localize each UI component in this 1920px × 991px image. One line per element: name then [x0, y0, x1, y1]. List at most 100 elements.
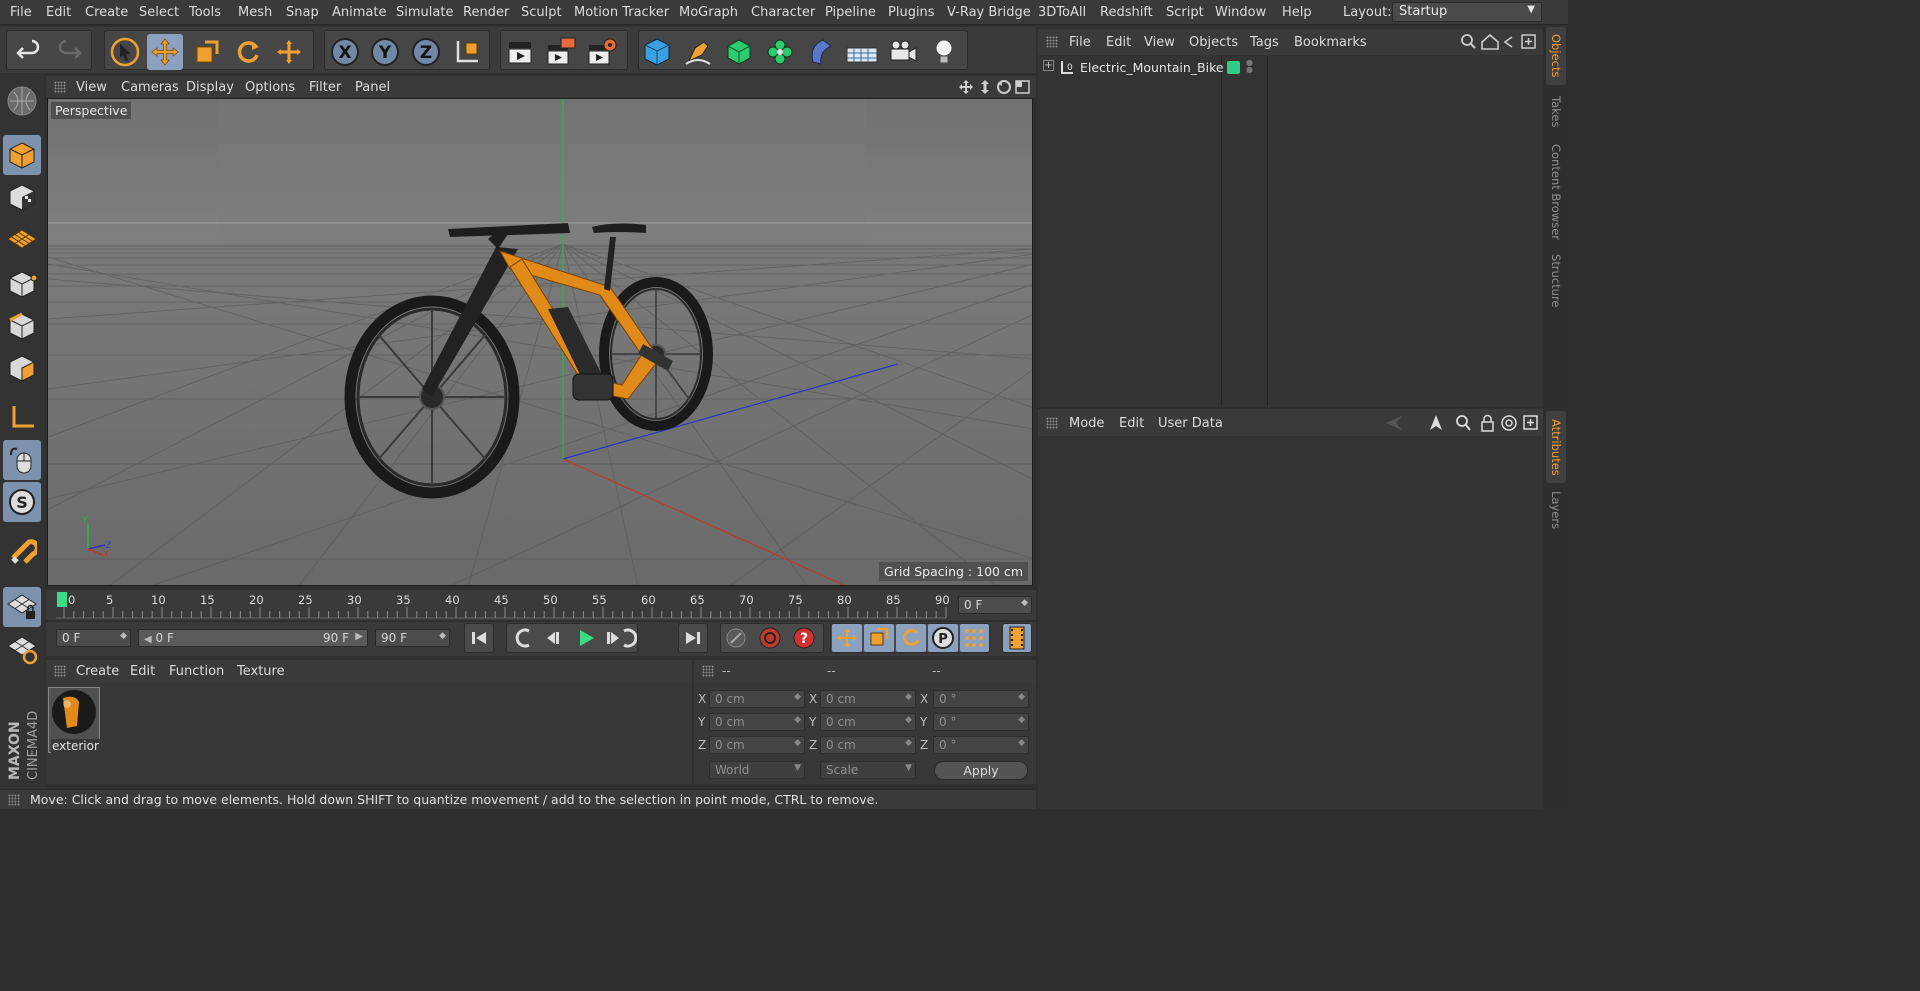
- menu-render[interactable]: Render: [463, 5, 509, 20]
- menu-help[interactable]: Help: [1282, 5, 1312, 20]
- workplane-mode-button[interactable]: [3, 219, 41, 259]
- material-swatch[interactable]: exterior: [48, 687, 100, 753]
- position-x-field[interactable]: 0 cm ◆: [709, 690, 805, 708]
- menu-edit[interactable]: Edit: [46, 5, 71, 20]
- floor-object-button[interactable]: [844, 34, 880, 70]
- rotate-view-icon[interactable]: [997, 80, 1011, 94]
- menu-plugins[interactable]: Plugins: [888, 5, 935, 20]
- cloner-button[interactable]: [762, 34, 798, 70]
- rotation-h-field[interactable]: 0 ° ◆: [933, 690, 1029, 708]
- home-icon[interactable]: [1481, 33, 1499, 50]
- up-arrow-icon[interactable]: [1430, 415, 1442, 430]
- object-menu-view[interactable]: View: [1144, 35, 1175, 50]
- menu-animate[interactable]: Animate: [332, 5, 386, 20]
- menu-mograph[interactable]: MoGraph: [679, 5, 738, 20]
- texture-mode-button[interactable]: [3, 177, 41, 217]
- menu-sculpt[interactable]: Sculpt: [521, 5, 562, 20]
- previous-frame-icon[interactable]: [547, 632, 559, 644]
- toggle-view-icon[interactable]: [1015, 80, 1030, 94]
- live-selection-button[interactable]: [271, 34, 307, 70]
- attribute-menu-mode[interactable]: Mode: [1069, 416, 1104, 431]
- expand-icon[interactable]: +: [1043, 60, 1054, 71]
- make-editable-button[interactable]: [3, 81, 41, 121]
- zoom-view-icon[interactable]: [981, 80, 989, 94]
- panel-grip-icon[interactable]: [54, 665, 66, 677]
- material-menu-function[interactable]: Function: [169, 664, 224, 679]
- current-frame-marker[interactable]: [57, 592, 67, 607]
- menu-character[interactable]: Character: [751, 5, 815, 20]
- panel-grip-icon[interactable]: [702, 665, 714, 677]
- redo-button[interactable]: [51, 34, 87, 70]
- panel-grip-icon[interactable]: [54, 81, 66, 93]
- move-tool-button[interactable]: [147, 34, 183, 70]
- render-view-button[interactable]: [503, 34, 539, 70]
- menu-motion-tracker[interactable]: Motion Tracker: [574, 5, 669, 20]
- tab-layers[interactable]: Layers: [1546, 487, 1566, 533]
- object-menu-objects[interactable]: Objects: [1189, 35, 1238, 50]
- tab-takes[interactable]: Takes: [1546, 89, 1566, 135]
- snapping-button[interactable]: [3, 531, 41, 571]
- material-menu-edit[interactable]: Edit: [130, 664, 155, 679]
- panel-grip-icon[interactable]: [1046, 36, 1058, 48]
- perspective-viewport[interactable]: Y Z X Perspective Grid Spacing : 100 cm: [47, 98, 1033, 586]
- menu-window[interactable]: Window: [1215, 5, 1266, 20]
- next-key-icon[interactable]: [623, 628, 637, 648]
- cube-object-button[interactable]: [639, 34, 675, 70]
- apply-button[interactable]: Apply: [934, 761, 1028, 780]
- goto-end-button[interactable]: [678, 623, 708, 653]
- axis-mode-button[interactable]: [3, 398, 41, 438]
- back-arrow-icon[interactable]: [1386, 416, 1402, 430]
- edges-mode-button[interactable]: [3, 306, 41, 346]
- object-row[interactable]: + 0 Electric_Mountain_Bike ● ●: [1038, 58, 1543, 80]
- menu-select[interactable]: Select: [139, 5, 179, 20]
- search-icon[interactable]: [1461, 34, 1476, 49]
- x-axis-lock-button[interactable]: X: [327, 34, 363, 70]
- next-frame-icon[interactable]: [607, 632, 619, 644]
- light-object-button[interactable]: [926, 34, 962, 70]
- layout-select[interactable]: Startup ▼: [1392, 2, 1542, 22]
- menu-tools[interactable]: Tools: [189, 5, 221, 20]
- viewport-menu-cameras[interactable]: Cameras: [121, 80, 179, 95]
- viewport-scene[interactable]: Y Z X: [48, 99, 1033, 586]
- model-mode-button[interactable]: [3, 135, 41, 175]
- position-z-field[interactable]: 0 cm ◆: [709, 736, 805, 754]
- autokeying-icon[interactable]: ?: [793, 627, 815, 649]
- deformer-button[interactable]: [803, 34, 839, 70]
- range-left-arrow-icon[interactable]: ◀: [144, 634, 152, 645]
- new-panel-icon[interactable]: [1523, 415, 1538, 430]
- point-level-key-icon[interactable]: [960, 624, 989, 652]
- position-key-icon[interactable]: [832, 624, 862, 652]
- menu-3dtoall[interactable]: 3DToAll: [1038, 5, 1086, 20]
- material-menu-create[interactable]: Create: [76, 664, 119, 679]
- keyframe-selection-icon[interactable]: [726, 628, 746, 648]
- size-x-field[interactable]: 0 cm ◆: [820, 690, 916, 708]
- timeline-ruler[interactable]: 0 5 10 15 20 25 30 35 40 45 50 55 60 65 …: [46, 590, 1036, 620]
- viewport-menu-filter[interactable]: Filter: [309, 80, 341, 95]
- tab-content-browser[interactable]: Content Browser: [1546, 139, 1566, 245]
- select-tool-button[interactable]: [107, 34, 143, 70]
- size-y-field[interactable]: 0 cm ◆: [820, 713, 916, 731]
- viewport-menu-options[interactable]: Options: [245, 80, 295, 95]
- range-right-arrow-icon[interactable]: ▶: [355, 631, 363, 642]
- end-frame-field[interactable]: 90 F ◆: [375, 629, 450, 647]
- planar-workplane-button[interactable]: [3, 629, 41, 669]
- rotate-tool-button[interactable]: [230, 34, 266, 70]
- menu-create[interactable]: Create: [85, 5, 128, 20]
- menu-redshift[interactable]: Redshift: [1100, 5, 1153, 20]
- preview-range-slider[interactable]: ◀ 0 F 90 F ▶: [138, 629, 368, 647]
- object-menu-file[interactable]: File: [1069, 35, 1091, 50]
- viewport-menu-panel[interactable]: Panel: [355, 80, 390, 95]
- start-frame-field[interactable]: 0 F ◆: [56, 629, 131, 647]
- render-settings-button[interactable]: [585, 34, 621, 70]
- menu-file[interactable]: File: [10, 5, 32, 20]
- current-frame-field[interactable]: 0 F ◆: [958, 596, 1032, 614]
- locked-workplane-button[interactable]: [3, 587, 41, 627]
- menu-script[interactable]: Script: [1166, 5, 1204, 20]
- menu-pipeline[interactable]: Pipeline: [825, 5, 876, 20]
- goto-start-button[interactable]: [464, 623, 494, 653]
- camera-object-button[interactable]: [885, 34, 921, 70]
- pen-spline-button[interactable]: [680, 34, 716, 70]
- rotation-b-field[interactable]: 0 ° ◆: [933, 736, 1029, 754]
- undo-button[interactable]: [11, 34, 47, 70]
- object-menu-bookmarks[interactable]: Bookmarks: [1294, 35, 1367, 50]
